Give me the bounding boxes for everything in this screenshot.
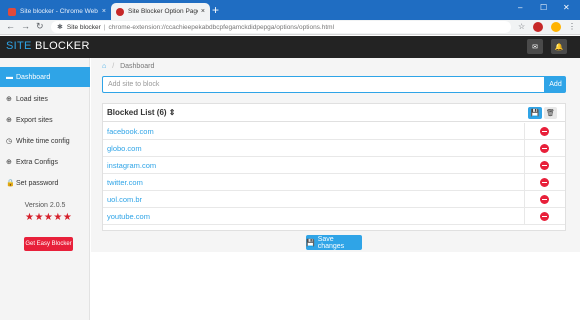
sidebar-item-label: Extra Configs	[16, 158, 59, 166]
browser-tab-strip: Site blocker - Chrome Web Store × Site B…	[0, 0, 580, 20]
blocked-list-title[interactable]: Blocked List (6) ⇕	[107, 108, 176, 117]
sidebar: ▬ Dashboard ⊕ Load sites ⊕ Export sites …	[0, 58, 90, 320]
brand-logo: SITE BLOCKER	[6, 40, 90, 52]
sidebar-item-label: Set password	[16, 179, 59, 187]
sidebar-item-extra-configs[interactable]: ⊕ Extra Configs	[0, 152, 90, 172]
table-row: instagram.com	[103, 157, 565, 174]
lock-icon: 🔒	[6, 180, 15, 187]
browser-toolbar: ← → ↻ ✱ Site blocker | chrome-extension:…	[0, 20, 580, 35]
column-divider	[524, 191, 525, 208]
plus-circle-icon: ⊕	[6, 117, 12, 124]
blocked-list-panel: Blocked List (6) ⇕ 💾 🗑 facebook.com glob…	[102, 103, 566, 231]
profile-avatar[interactable]	[551, 22, 561, 32]
sidebar-item-export-sites[interactable]: ⊕ Export sites	[0, 110, 90, 130]
sidebar-item-label: Export sites	[16, 116, 53, 124]
save-changes-label: Save changes	[317, 235, 345, 250]
home-icon[interactable]: ⌂	[102, 63, 106, 70]
sidebar-item-load-sites[interactable]: ⊕ Load sites	[0, 89, 90, 109]
blocked-site-link[interactable]: twitter.com	[107, 178, 143, 187]
sidebar-item-dashboard[interactable]: ▬ Dashboard	[0, 67, 90, 87]
add-site-input[interactable]: Add site to block	[102, 76, 545, 93]
add-button[interactable]: Add	[545, 76, 566, 93]
table-row: youtube.com	[103, 208, 565, 225]
close-window-button[interactable]: ✕	[563, 3, 570, 12]
remove-site-icon[interactable]	[540, 212, 549, 221]
mail-button[interactable]: ✉	[527, 39, 543, 54]
forward-icon[interactable]: →	[21, 21, 30, 31]
version-text: Version 2.0.5	[24, 202, 66, 209]
sidebar-item-set-password[interactable]: 🔒 Set password	[0, 173, 90, 193]
floppy-disk-icon: 💾	[306, 239, 315, 247]
tab-title: Site blocker - Chrome Web Store	[20, 8, 99, 15]
column-divider	[524, 123, 525, 140]
breadcrumb-separator: /	[112, 63, 115, 70]
blocked-site-link[interactable]: uol.com.br	[107, 195, 142, 204]
remove-site-icon[interactable]	[540, 127, 549, 136]
remove-site-icon[interactable]	[540, 161, 549, 170]
plus-circle-icon: ⊕	[6, 159, 12, 166]
table-row: uol.com.br	[103, 191, 565, 208]
site-name: Site blocker	[66, 23, 101, 31]
extension-puzzle-icon: ✱	[57, 24, 63, 31]
column-divider	[524, 157, 525, 174]
remove-site-icon[interactable]	[540, 195, 549, 204]
new-tab-button[interactable]: +	[212, 4, 219, 16]
table-row: globo.com	[103, 140, 565, 157]
back-icon[interactable]: ←	[6, 21, 15, 31]
column-divider	[524, 140, 525, 157]
tab-title: Site Blocker Option Page	[128, 8, 198, 15]
site-blocker-favicon-icon	[116, 7, 124, 16]
chrome-menu-icon[interactable]: ⋮	[568, 22, 576, 31]
bell-icon: 🔔	[554, 43, 564, 51]
floppy-disk-icon: 💾	[530, 110, 540, 117]
rating-stars[interactable]: ★★★★★	[25, 212, 72, 223]
add-site-placeholder: Add site to block	[108, 81, 160, 88]
address-bar[interactable]: ✱ Site blocker | chrome-extension://ccac…	[51, 21, 511, 33]
get-easy-blocker-button[interactable]: Get Easy Blocker	[24, 237, 73, 251]
chrome-web-store-favicon-icon	[8, 7, 16, 16]
column-divider	[524, 174, 525, 191]
blocked-site-link[interactable]: globo.com	[107, 144, 142, 153]
table-row: facebook.com	[103, 123, 565, 140]
plus-circle-icon: ⊕	[6, 96, 12, 103]
breadcrumb: ⌂ / Dashboard	[102, 63, 154, 70]
dashboard-icon: ▬	[6, 73, 13, 81]
table-row: twitter.com	[103, 174, 565, 191]
blocked-site-link[interactable]: facebook.com	[107, 127, 154, 136]
delete-all-button[interactable]: 🗑	[544, 107, 557, 119]
site-blocker-extension-icon[interactable]	[533, 22, 543, 32]
url-text: chrome-extension://ccachieepekabdbcpfega…	[108, 23, 335, 31]
blocked-site-link[interactable]: instagram.com	[107, 161, 156, 170]
omnibox-separator: |	[103, 23, 106, 31]
sidebar-item-white-time-config[interactable]: ◷ White time config	[0, 131, 90, 151]
sidebar-item-label: Load sites	[16, 95, 48, 103]
blocked-list-header: Blocked List (6) ⇕ 💾 🗑	[103, 104, 565, 122]
column-divider	[524, 208, 525, 225]
minimize-button[interactable]: –	[518, 3, 522, 12]
tab-site-blocker-options[interactable]: Site Blocker Option Page ×	[111, 3, 210, 20]
envelope-icon: ✉	[532, 43, 538, 51]
tab-chrome-web-store[interactable]: Site blocker - Chrome Web Store ×	[3, 3, 111, 20]
sidebar-item-label: Dashboard	[16, 73, 51, 81]
reload-icon[interactable]: ↻	[36, 21, 44, 32]
trash-icon: 🗑	[546, 110, 555, 117]
sidebar-item-label: White time config	[16, 137, 70, 145]
bookmark-star-icon[interactable]: ☆	[518, 22, 525, 31]
tab-close-icon[interactable]: ×	[102, 8, 106, 15]
remove-site-icon[interactable]	[540, 178, 549, 187]
save-changes-button[interactable]: 💾 Save changes	[306, 235, 362, 250]
save-list-button[interactable]: 💾	[528, 107, 542, 119]
app-header: SITE BLOCKER ✉ 🔔	[0, 36, 580, 58]
blocked-site-link[interactable]: youtube.com	[107, 212, 150, 221]
brand-site: SITE	[6, 40, 32, 52]
notifications-button[interactable]: 🔔	[551, 39, 567, 54]
breadcrumb-current: Dashboard	[120, 63, 155, 70]
main-content: ⌂ / Dashboard Add site to block Add Bloc…	[91, 58, 580, 320]
clock-icon: ◷	[6, 138, 13, 145]
remove-site-icon[interactable]	[540, 144, 549, 153]
brand-blocker: BLOCKER	[35, 40, 90, 52]
tab-close-icon[interactable]: ×	[201, 8, 205, 15]
maximize-button[interactable]: ☐	[540, 3, 547, 12]
